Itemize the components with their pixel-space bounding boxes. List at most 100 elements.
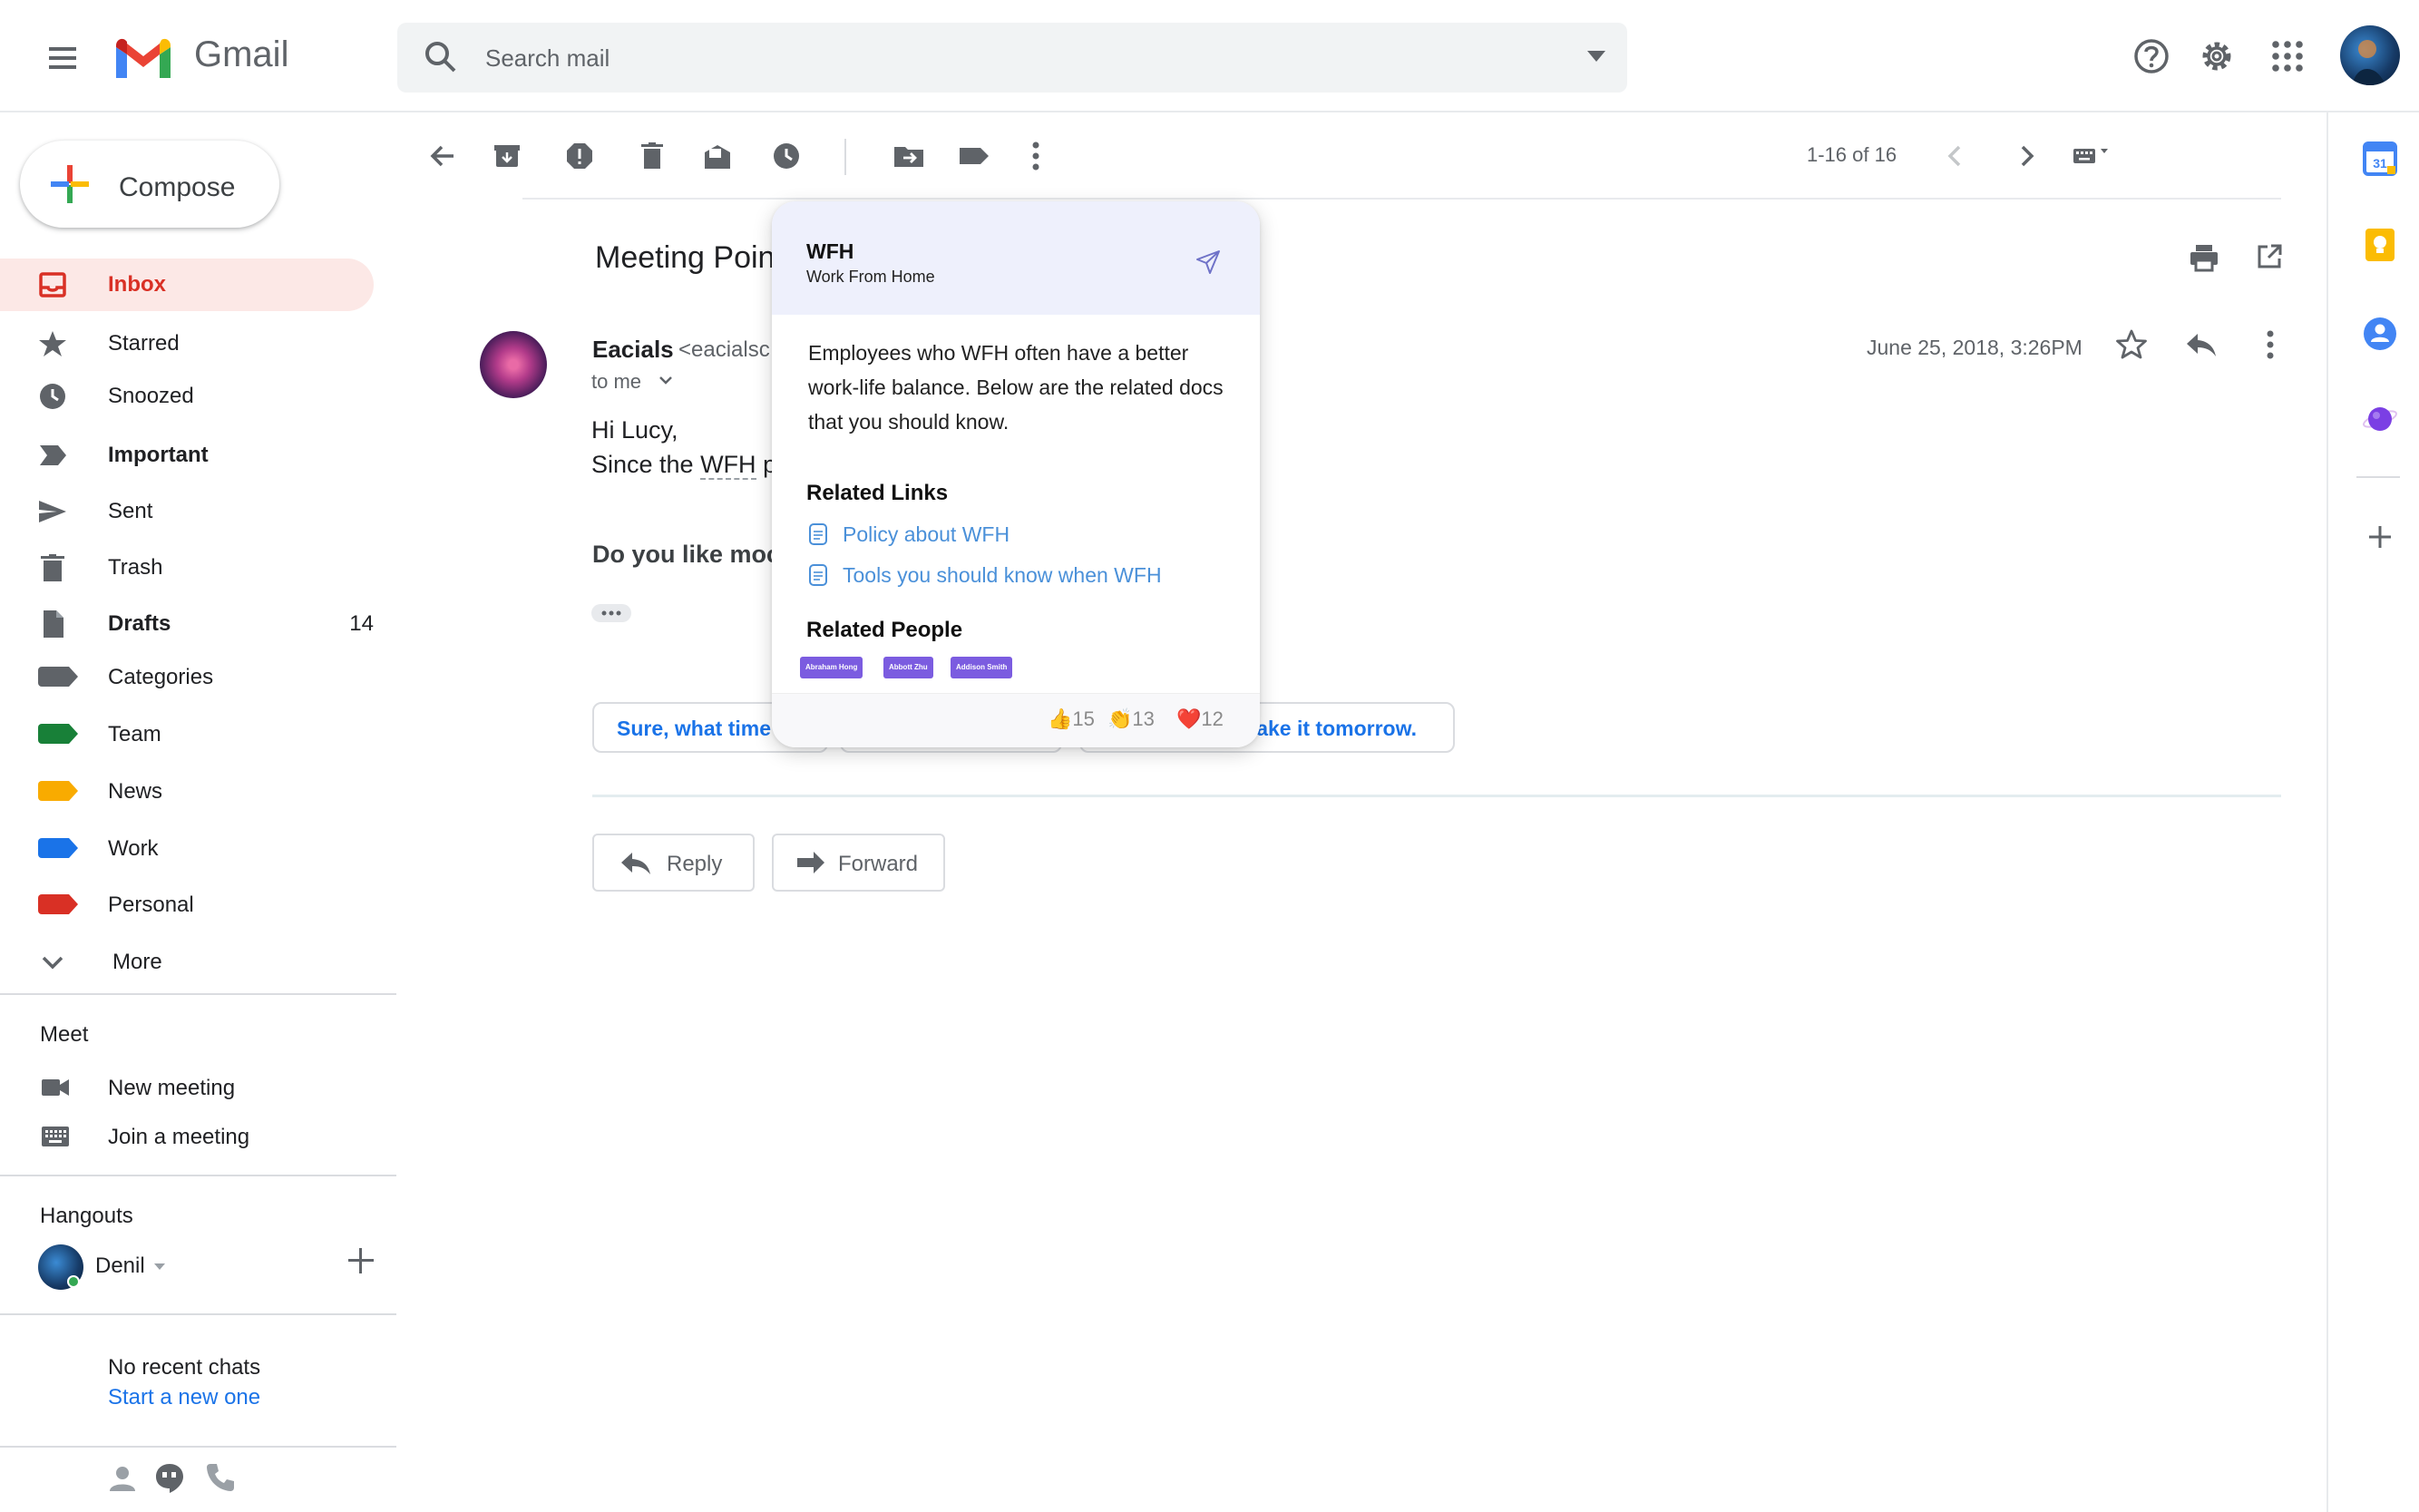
start-new-chat-link[interactable]: Start a new one xyxy=(108,1385,260,1410)
chevron-right-icon[interactable] xyxy=(2010,140,2043,172)
status-caret-icon[interactable] xyxy=(154,1263,165,1271)
email-subject: Meeting Point xyxy=(595,240,784,275)
sidebar-item-snoozed[interactable]: Snoozed xyxy=(0,370,374,423)
email-body-line: Do you like moc xyxy=(592,541,781,568)
main-menu-icon[interactable] xyxy=(42,38,89,78)
sidebar-item-personal[interactable]: Personal xyxy=(0,879,374,932)
phone-icon[interactable] xyxy=(205,1462,236,1493)
draft-file-icon xyxy=(38,610,67,638)
archive-icon[interactable] xyxy=(491,140,523,172)
person-chip[interactable]: Abraham Hong xyxy=(800,657,863,678)
input-tools-keyboard-icon[interactable] xyxy=(2072,140,2108,172)
email-greeting: Hi Lucy, xyxy=(591,416,678,444)
popup-subtitle: Work From Home xyxy=(806,268,935,286)
hangouts-chat-icon[interactable] xyxy=(154,1462,185,1493)
sidebar-item-inbox[interactable]: Inbox xyxy=(0,259,374,311)
sidebar-item-label: Sent xyxy=(108,499,153,523)
back-arrow-icon[interactable] xyxy=(426,140,459,172)
sidebar-item-trash[interactable]: Trash xyxy=(0,541,374,594)
related-link[interactable]: Policy about WFH xyxy=(843,522,1010,547)
contacts-icon[interactable] xyxy=(2362,316,2398,352)
label-tag-icon xyxy=(38,667,78,687)
share-send-icon[interactable] xyxy=(1195,249,1222,276)
calendar-icon[interactable]: 31 xyxy=(2362,141,2398,177)
related-people-title: Related People xyxy=(806,618,963,642)
account-avatar[interactable] xyxy=(2340,25,2400,85)
chevron-left-icon[interactable] xyxy=(1939,140,1972,172)
addon-planet-icon[interactable] xyxy=(2362,401,2398,437)
star-outline-icon[interactable] xyxy=(2115,328,2148,361)
show-trimmed-content-button[interactable] xyxy=(591,604,631,622)
sidebar-item-drafts[interactable]: Drafts 14 xyxy=(0,598,374,650)
sender-avatar[interactable] xyxy=(480,331,547,398)
sender-email: <eacialsc xyxy=(678,337,770,362)
delete-trash-icon[interactable] xyxy=(636,140,668,172)
sidebar-item-work[interactable]: Work xyxy=(0,823,374,875)
sidebar-divider xyxy=(0,1175,396,1176)
hangouts-user-name[interactable]: Denil xyxy=(95,1253,145,1279)
label-icon[interactable] xyxy=(958,140,990,172)
sidebar-item-team[interactable]: Team xyxy=(0,708,374,761)
more-vert-icon[interactable] xyxy=(1019,140,1052,172)
join-meeting-link[interactable]: Join a meeting xyxy=(108,1125,249,1150)
side-panel-divider xyxy=(2326,112,2328,1512)
inbox-icon xyxy=(38,271,67,298)
keyboard-icon xyxy=(42,1127,69,1146)
smart-reply-text: Sure, what time xyxy=(617,717,771,740)
forward-label: Forward xyxy=(838,852,919,876)
email-body-divider xyxy=(592,795,2281,797)
hangouts-section-title: Hangouts xyxy=(40,1204,133,1228)
print-icon[interactable] xyxy=(2188,243,2220,272)
reply-button[interactable]: Reply xyxy=(592,834,755,892)
keep-icon[interactable] xyxy=(2362,227,2398,263)
reply-arrow-icon[interactable] xyxy=(2184,330,2219,359)
sidebar-item-important[interactable]: Important xyxy=(0,429,374,482)
sidebar-item-categories[interactable]: Categories xyxy=(0,651,374,704)
reaction-count: 13 xyxy=(1132,707,1155,730)
search-options-icon[interactable] xyxy=(1587,51,1605,62)
highlighted-term-wfh[interactable]: WFH xyxy=(700,451,756,480)
gmail-logo[interactable] xyxy=(112,36,174,82)
svg-text:31: 31 xyxy=(2373,156,2387,171)
reaction-clap[interactable]: 👏13 xyxy=(1107,707,1155,731)
sidebar-item-label: Important xyxy=(108,443,209,467)
label-tag-icon xyxy=(38,724,78,744)
recipient-details-chevron-icon[interactable] xyxy=(658,376,673,386)
open-new-window-icon[interactable] xyxy=(2256,243,2283,270)
contacts-person-icon[interactable] xyxy=(107,1464,138,1493)
forward-button[interactable]: Forward xyxy=(772,834,945,892)
wfh-definition-popup: WFH Work From Home Employees who WFH oft… xyxy=(772,201,1260,747)
person-chip[interactable]: Addison Smith xyxy=(951,657,1013,678)
search-icon[interactable] xyxy=(423,39,459,75)
sidebar-item-label: Personal xyxy=(108,893,194,917)
email-date: June 25, 2018, 3:26PM xyxy=(1867,336,2082,359)
rail-divider xyxy=(2356,476,2400,478)
more-options-vert-icon[interactable] xyxy=(2257,328,2284,361)
sidebar-item-more[interactable]: More xyxy=(0,936,374,989)
drafts-count: 14 xyxy=(349,611,374,636)
sender-name[interactable]: Eacials xyxy=(592,336,674,364)
clock-icon xyxy=(38,383,67,410)
related-link[interactable]: Tools you should know when WFH xyxy=(843,563,1162,588)
new-meeting-link[interactable]: New meeting xyxy=(108,1076,235,1101)
sidebar-item-starred[interactable]: Starred xyxy=(0,317,374,370)
person-chip[interactable]: Abbott Zhu xyxy=(883,657,933,678)
help-icon[interactable] xyxy=(2133,38,2170,74)
sidebar-item-label: More xyxy=(112,950,162,974)
sidebar-item-news[interactable]: News xyxy=(0,766,374,818)
sidebar-item-sent[interactable]: Sent xyxy=(0,485,374,538)
add-chat-plus-icon[interactable] xyxy=(346,1246,376,1275)
report-spam-icon[interactable] xyxy=(563,140,596,172)
reaction-emoji: 👍 xyxy=(1048,707,1073,730)
online-status-dot xyxy=(67,1275,80,1288)
get-addons-plus-icon[interactable] xyxy=(2362,519,2398,555)
reaction-heart[interactable]: ❤️12 xyxy=(1176,707,1224,731)
move-to-folder-icon[interactable] xyxy=(892,140,925,172)
snooze-clock-icon[interactable] xyxy=(770,140,803,172)
sidebar-divider xyxy=(0,993,396,995)
reaction-thumbs-up[interactable]: 👍15 xyxy=(1048,707,1095,731)
mark-unread-icon[interactable] xyxy=(701,140,734,172)
settings-gear-icon[interactable] xyxy=(2199,38,2235,74)
search-input[interactable]: Search mail xyxy=(485,44,610,73)
apps-grid-icon[interactable] xyxy=(2269,38,2306,74)
